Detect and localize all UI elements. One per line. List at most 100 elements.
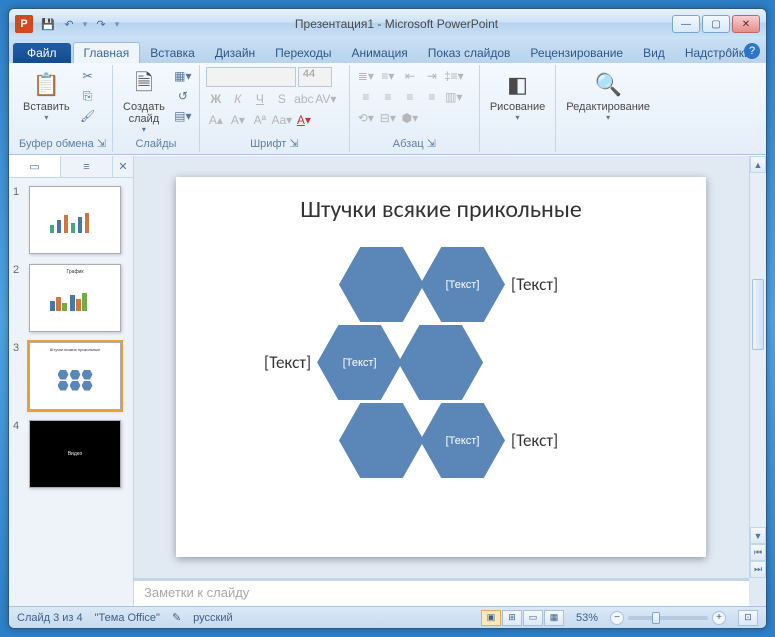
align-right-button[interactable]: ≡ (400, 88, 420, 106)
minimize-ribbon-icon[interactable]: ⌃ (720, 43, 738, 61)
zoom-percent[interactable]: 53% (576, 612, 598, 624)
bullets-button[interactable]: ≣▾ (356, 67, 376, 85)
fit-window-button[interactable]: ⊡ (738, 610, 758, 626)
spellcheck-icon[interactable]: ✎ (172, 611, 181, 624)
panel-close-icon[interactable]: ✕ (113, 156, 133, 177)
slide-thumbnail[interactable]: 3 Штучки всякие прикольные (13, 342, 129, 410)
slide-title[interactable]: Штучки всякие прикольные (176, 195, 706, 224)
font-color-button[interactable]: A▾ (294, 111, 314, 129)
prev-slide-icon[interactable]: ⏮ (750, 544, 766, 561)
smartart-hexagons[interactable]: [Текст] [Текст] [Текст] [Текст] [Текст] … (246, 247, 666, 537)
font-name-combo[interactable] (206, 67, 296, 87)
grow-font-button[interactable]: A▴ (206, 111, 226, 129)
tab-review[interactable]: Рецензирование (520, 43, 633, 63)
clear-format-button[interactable]: Aª (250, 111, 270, 129)
slides-tab[interactable]: ▭ (9, 156, 61, 177)
zoom-out-button[interactable]: − (610, 611, 624, 625)
scroll-down-icon[interactable]: ▼ (750, 527, 766, 544)
format-painter-icon[interactable]: 🖌 (78, 107, 98, 125)
outline-tab[interactable]: ≡ (61, 156, 113, 177)
help-icon[interactable]: ? (744, 43, 760, 59)
next-slide-icon[interactable]: ⏭ (750, 561, 766, 578)
slideshow-view-button[interactable]: ▦ (544, 610, 564, 626)
scroll-track[interactable] (750, 173, 766, 527)
shadow-button[interactable]: abc (294, 90, 314, 108)
shrink-font-button[interactable]: A▾ (228, 111, 248, 129)
save-icon[interactable]: 💾 (39, 15, 57, 33)
tab-insert[interactable]: Вставка (140, 43, 205, 63)
qat-customize-icon[interactable]: ▾ (113, 19, 121, 30)
align-center-button[interactable]: ≡ (378, 88, 398, 106)
sorter-view-button[interactable]: ⊞ (502, 610, 522, 626)
window-controls: — ▢ ✕ (672, 15, 760, 33)
hexagon-shape[interactable] (339, 247, 424, 322)
bold-button[interactable]: Ж (206, 90, 226, 108)
hexagon-shape[interactable] (398, 325, 483, 400)
tab-design[interactable]: Дизайн (205, 43, 265, 63)
drawing-button[interactable]: ◧ Рисование ▾ (486, 67, 549, 124)
scroll-up-icon[interactable]: ▲ (750, 156, 766, 173)
slide-viewport[interactable]: Штучки всякие прикольные [Текст] [Текст]… (134, 156, 766, 578)
layout-icon[interactable]: ▦▾ (173, 67, 193, 85)
tab-transitions[interactable]: Переходы (265, 43, 341, 63)
smartart-button[interactable]: ⬢▾ (400, 109, 420, 127)
align-text-button[interactable]: ⊟▾ (378, 109, 398, 127)
reset-icon[interactable]: ↺ (173, 87, 193, 105)
spacing-button[interactable]: AV▾ (316, 90, 336, 108)
minimize-button[interactable]: — (672, 15, 700, 33)
slide-thumbnail[interactable]: 2 График (13, 264, 129, 332)
tab-home[interactable]: Главная (73, 42, 141, 63)
editing-button[interactable]: 🔍 Редактирование ▾ (562, 67, 654, 124)
underline-button[interactable]: Ч (250, 90, 270, 108)
tab-animations[interactable]: Анимация (341, 43, 417, 63)
hexagon-shape[interactable]: [Текст] (420, 403, 505, 478)
normal-view-button[interactable]: ▣ (481, 610, 501, 626)
zoom-track[interactable] (628, 616, 708, 620)
hexagon-shape[interactable] (339, 403, 424, 478)
slide-thumbnail[interactable]: 4 Видео (13, 420, 129, 488)
section-icon[interactable]: ▤▾ (173, 107, 193, 125)
copy-icon[interactable]: ⎘ (78, 87, 98, 105)
numbering-button[interactable]: ≡▾ (378, 67, 398, 85)
hexagon-shape[interactable]: [Текст] (420, 247, 505, 322)
notes-pane[interactable]: Заметки к слайду (134, 578, 749, 606)
maximize-button[interactable]: ▢ (702, 15, 730, 33)
align-left-button[interactable]: ≡ (356, 88, 376, 106)
group-drawing: ◧ Рисование ▾ (480, 65, 556, 152)
italic-button[interactable]: К (228, 90, 248, 108)
zoom-thumb[interactable] (652, 612, 660, 624)
tab-slideshow[interactable]: Показ слайдов (418, 43, 521, 63)
reading-view-button[interactable]: ▭ (523, 610, 543, 626)
indent-dec-button[interactable]: ⇤ (400, 67, 420, 85)
thumbnail-list[interactable]: 1 2 График 3 Штучки всякие прикольные (9, 178, 133, 606)
new-slide-button[interactable]: 🗎 Создать слайд ▾ (119, 67, 169, 136)
text-direction-button[interactable]: ⟲▾ (356, 109, 376, 127)
slide-canvas[interactable]: Штучки всякие прикольные [Текст] [Текст]… (176, 177, 706, 557)
hex-text-label[interactable]: [Текст] (511, 430, 558, 451)
vertical-scrollbar[interactable]: ▲ ▼ ⏮ ⏭ (749, 156, 766, 578)
language-status[interactable]: русский (193, 612, 232, 624)
paste-button[interactable]: 📋 Вставить ▾ (19, 67, 74, 124)
font-size-combo[interactable]: 44 (298, 67, 332, 87)
columns-button[interactable]: ▥▾ (444, 88, 464, 106)
tab-view[interactable]: Вид (633, 43, 675, 63)
close-button[interactable]: ✕ (732, 15, 760, 33)
new-slide-label: Создать слайд (123, 101, 165, 125)
file-tab[interactable]: Файл (13, 43, 71, 63)
hexagon-shape[interactable]: [Текст] (317, 325, 402, 400)
indent-inc-button[interactable]: ⇥ (422, 67, 442, 85)
justify-button[interactable]: ≡ (422, 88, 442, 106)
editor-area: Штучки всякие прикольные [Текст] [Текст]… (134, 156, 766, 606)
redo-icon[interactable]: ↷ (92, 15, 110, 33)
slide-thumbnail[interactable]: 1 (13, 186, 129, 254)
hex-text-label[interactable]: [Текст] (264, 352, 311, 373)
strike-button[interactable]: S (272, 90, 292, 108)
qat-dropdown-icon[interactable]: ▾ (81, 19, 89, 30)
cut-icon[interactable]: ✂ (78, 67, 98, 85)
change-case-button[interactable]: Aa▾ (272, 111, 292, 129)
linespacing-button[interactable]: ‡≡▾ (444, 67, 464, 85)
hex-text-label[interactable]: [Текст] (511, 274, 558, 295)
zoom-in-button[interactable]: + (712, 611, 726, 625)
scroll-thumb[interactable] (752, 279, 764, 350)
undo-icon[interactable]: ↶ (60, 15, 78, 33)
